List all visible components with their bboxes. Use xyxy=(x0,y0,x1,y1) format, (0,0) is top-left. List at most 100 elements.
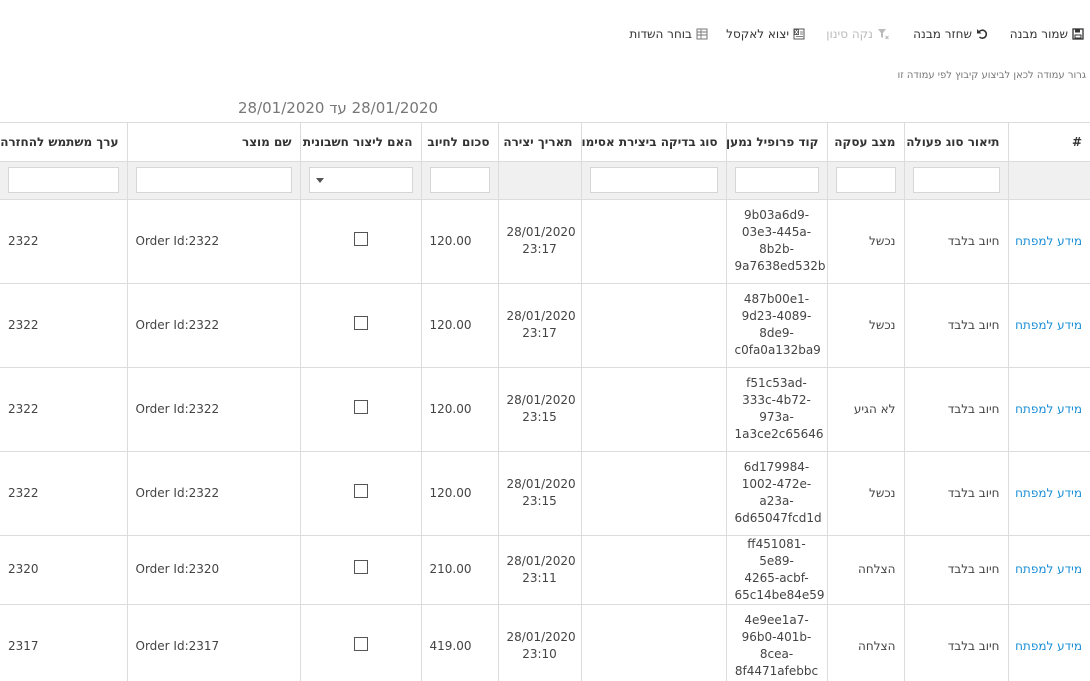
created-date: 28/01/2020 xyxy=(506,477,576,491)
developer-info-link[interactable]: מידע למפתח xyxy=(1007,604,1090,681)
deal-state-cell: הצלחה xyxy=(826,535,904,605)
token-check-type-cell xyxy=(580,535,726,605)
filter-deal-state-input[interactable] xyxy=(835,167,896,193)
product-name-cell: Order Id:2322 xyxy=(126,283,300,368)
profile-code-part: 96b0-401b- xyxy=(741,630,812,644)
profile-code-part: 4265-acbf- xyxy=(744,570,809,585)
table-row[interactable]: מידע למפתח חיוב בלבד נכשל 9b03a6d9- 03e3-445… xyxy=(0,199,1090,284)
invoice-checkbox[interactable] xyxy=(353,636,368,651)
charge-amount-cell: 120.00 xyxy=(420,199,498,284)
col-header-product-name[interactable]: שם מוצר xyxy=(126,123,300,162)
action-type-cell: חיוב בלבד xyxy=(903,604,1008,681)
deal-state-cell: הצלחה xyxy=(826,604,904,681)
save-template-button[interactable]: שמור מבנה xyxy=(1010,26,1084,42)
create-invoice-cell xyxy=(299,604,421,681)
save-icon xyxy=(1072,28,1084,40)
create-invoice-cell xyxy=(299,535,421,605)
payee-profile-cell: ff451081-5e89- 4265-acbf- 65c14be84e59 xyxy=(725,535,827,605)
export-excel-label: יצוא לאקסל xyxy=(726,27,789,41)
created-date: 28/01/2020 xyxy=(506,553,576,568)
filter-return-user-value-input[interactable] xyxy=(8,167,119,193)
clear-filter-icon xyxy=(877,28,889,40)
created-time: 23:10 xyxy=(522,647,557,661)
create-invoice-cell xyxy=(299,451,421,536)
action-type-cell: חיוב בלבד xyxy=(903,283,1008,368)
profile-code-part: 03e3-445a- xyxy=(741,225,812,239)
profile-code-part: 8cea- xyxy=(759,647,794,661)
col-header-hash[interactable]: # xyxy=(1007,123,1090,162)
col-header-action-type[interactable]: תיאור סוג פעולה xyxy=(903,123,1008,162)
field-chooser-button[interactable]: בוחר השדות xyxy=(629,26,708,42)
chevron-down-icon[interactable] xyxy=(315,178,324,183)
profile-code-part: 8b2b- xyxy=(759,242,794,256)
charge-amount-cell: 120.00 xyxy=(420,283,498,368)
export-excel-button[interactable]: יצוא לאקסל xyxy=(726,26,805,42)
created-date-cell: 28/01/2020 23:11 xyxy=(497,535,581,605)
return-user-value-cell: 2320 xyxy=(0,535,127,605)
restore-template-label: שחזר מבנה xyxy=(913,27,972,41)
profile-code-part: 8f4471afebbc xyxy=(734,664,819,678)
developer-info-link[interactable]: מידע למפתח xyxy=(1007,451,1090,536)
invoice-checkbox[interactable] xyxy=(353,560,368,574)
col-header-return-user-value[interactable]: ערך משתמש להחזרה xyxy=(0,123,127,162)
token-check-type-cell xyxy=(580,367,726,452)
token-check-type-cell xyxy=(580,199,726,284)
filter-token-check-type-input[interactable] xyxy=(589,167,718,193)
invoice-checkbox[interactable] xyxy=(353,315,368,330)
created-date-cell: 28/01/2020 23:17 xyxy=(497,199,581,284)
col-header-deal-state[interactable]: מצב עסקה xyxy=(826,123,904,162)
return-user-value-cell: 2322 xyxy=(0,283,127,368)
save-template-label: שמור מבנה xyxy=(1009,27,1068,41)
table-row[interactable]: מידע למפתח חיוב בלבד נכשל 6d179984- 1002-472… xyxy=(0,451,1090,536)
invoice-checkbox[interactable] xyxy=(353,483,368,498)
table-row[interactable]: מידע למפתח חיוב בלבד נכשל 487b00e1- 9d23-408… xyxy=(0,283,1090,368)
created-date-cell: 28/01/2020 23:15 xyxy=(497,451,581,536)
col-header-payee-profile[interactable]: קוד פרופיל נמען xyxy=(725,123,827,162)
col-header-token-check-type[interactable]: סוג בדיקה ביצירת אסימון xyxy=(580,123,726,162)
create-invoice-cell xyxy=(299,199,421,284)
table-row[interactable]: מידע למפתח חיוב בלבד לא הגיע f51c53ad- 333c-… xyxy=(0,367,1090,452)
filter-cell-hash xyxy=(1007,161,1090,200)
product-name-cell: Order Id:2320 xyxy=(126,535,300,605)
payee-profile-cell: 9b03a6d9- 03e3-445a- 8b2b- 9a7638ed532b xyxy=(725,199,827,284)
return-user-value-cell: 2322 xyxy=(0,451,127,536)
group-panel-hint[interactable]: גרור עמודה לכאן לביצוע קיבוץ לפי עמודה ז… xyxy=(897,70,1086,81)
profile-code-part: 9d23-4089- xyxy=(741,309,812,323)
data-grid: # תיאור סוג פעולה מצב עסקה קוד פרופיל נמ… xyxy=(0,122,1090,681)
action-type-cell: חיוב בלבד xyxy=(903,367,1008,452)
deal-state-cell: לא הגיע xyxy=(826,367,904,452)
invoice-checkbox[interactable] xyxy=(353,399,368,414)
create-invoice-cell xyxy=(299,367,421,452)
filter-cell-created-date xyxy=(497,161,581,200)
developer-info-link[interactable]: מידע למפתח xyxy=(1007,367,1090,452)
payee-profile-cell: f51c53ad- 333c-4b72- 973a- 1a3ce2c65646 xyxy=(725,367,827,452)
filter-row xyxy=(0,161,1090,200)
created-time: 23:11 xyxy=(522,570,557,585)
profile-code-part: 8de9- xyxy=(759,326,794,340)
filter-create-invoice-select[interactable] xyxy=(308,167,413,193)
filter-payee-profile-input[interactable] xyxy=(734,167,819,193)
created-date: 28/01/2020 xyxy=(506,630,576,644)
undo-icon xyxy=(976,28,988,40)
invoice-checkbox[interactable] xyxy=(353,231,368,246)
col-header-created-date[interactable]: תאריך יצירה xyxy=(497,123,581,162)
restore-template-button[interactable]: שחזר מבנה xyxy=(913,26,988,42)
table-row[interactable]: מידע למפתח חיוב בלבד הצלחה 4e9ee1a7- 96b0-40… xyxy=(0,604,1090,681)
create-invoice-cell xyxy=(299,283,421,368)
token-check-type-cell xyxy=(580,283,726,368)
filter-product-name-input[interactable] xyxy=(135,167,292,193)
created-date: 28/01/2020 xyxy=(506,309,576,323)
col-header-charge-amount[interactable]: סכום לחיוב xyxy=(420,123,498,162)
table-row[interactable]: מידע למפתח חיוב בלבד הצלחה ff451081-5e89- 42… xyxy=(0,535,1090,605)
filter-action-type-input[interactable] xyxy=(912,167,1000,193)
developer-info-link[interactable]: מידע למפתח xyxy=(1007,283,1090,368)
token-check-type-cell xyxy=(580,451,726,536)
col-header-create-invoice[interactable]: האם ליצור חשבונית xyxy=(299,123,421,162)
developer-info-link[interactable]: מידע למפתח xyxy=(1007,535,1090,605)
date-range-label: 28/01/2020 עד 28/01/2020 xyxy=(238,99,439,117)
charge-amount-cell: 210.00 xyxy=(420,535,498,605)
profile-code-part: f51c53ad- xyxy=(746,376,807,390)
developer-info-link[interactable]: מידע למפתח xyxy=(1007,199,1090,284)
filter-charge-amount-input[interactable] xyxy=(429,167,490,193)
clear-filter-button[interactable]: נקה סינון xyxy=(826,26,889,42)
